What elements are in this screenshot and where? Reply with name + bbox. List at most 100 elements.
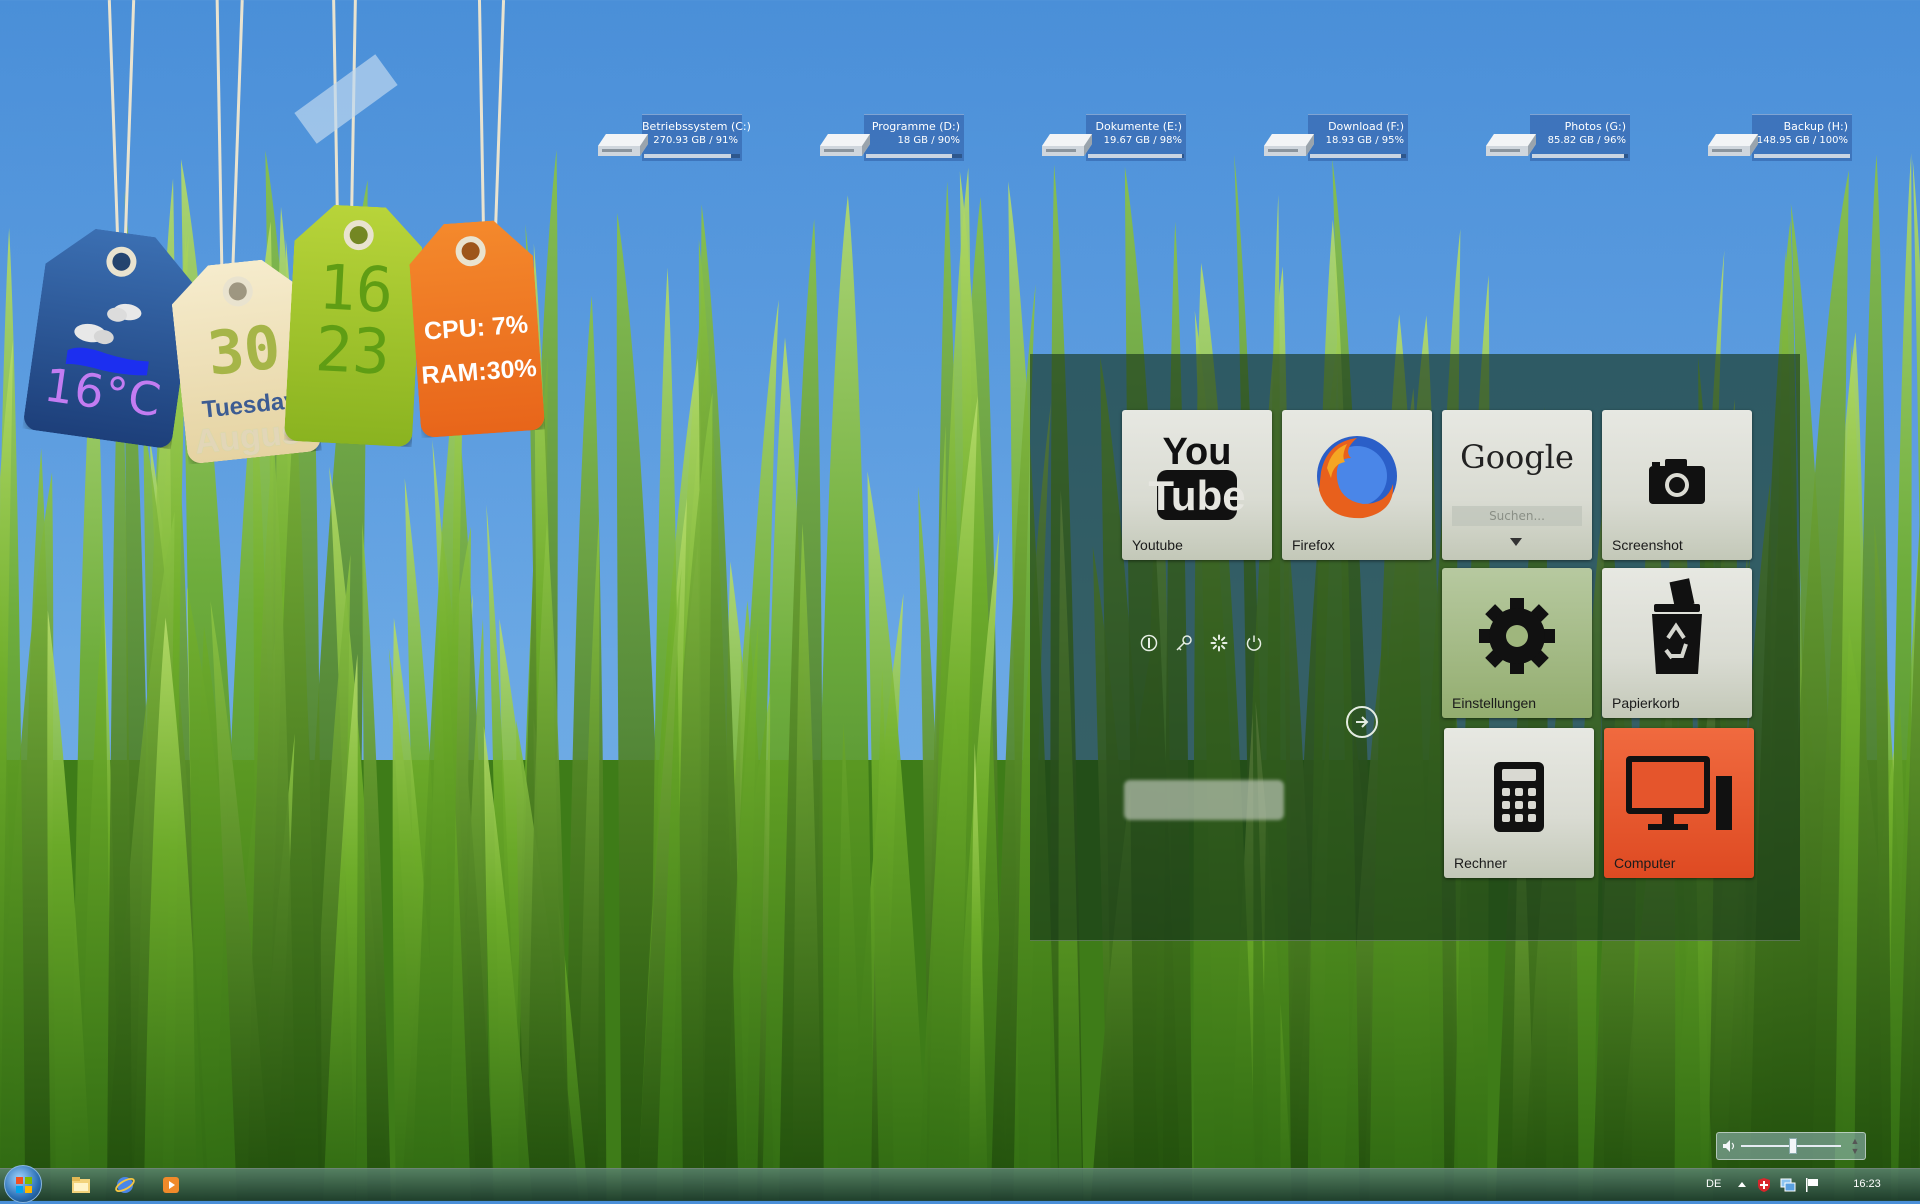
- drive-usage: 18.93 GB / 95%: [1325, 135, 1404, 146]
- firefox-icon: [1317, 436, 1397, 519]
- drive-usage-fill: [1754, 154, 1850, 158]
- computer-tile[interactable]: Computer: [1604, 728, 1754, 878]
- hard-drive-icon: [1264, 134, 1314, 156]
- volume-slider-handle[interactable]: [1788, 1138, 1797, 1154]
- volume-spinner[interactable]: ▲ ▼: [1849, 1136, 1861, 1156]
- clock-widget[interactable]: 16 23: [284, 203, 424, 447]
- drive-name: Dokumente (E:): [1095, 120, 1182, 133]
- drive-gauge[interactable]: Dokumente (E:) 19.67 GB / 98%: [1040, 114, 1188, 161]
- tile-label: Screenshot: [1612, 537, 1683, 553]
- info-icon[interactable]: [1140, 634, 1158, 652]
- hard-drive-icon: [1708, 134, 1758, 156]
- taskbar: DE 16:23: [0, 1165, 1920, 1203]
- windows-logo-icon: [16, 1177, 32, 1193]
- loading-icon[interactable]: [1210, 634, 1228, 652]
- cpu-usage-text: CPU: 7%: [423, 310, 529, 346]
- drive-usage-fill: [1310, 154, 1402, 158]
- speaker-icon[interactable]: [1721, 1138, 1737, 1154]
- drive-usage-bar: [1532, 154, 1628, 158]
- recycle-bin-tile[interactable]: Papierkorb: [1602, 568, 1752, 718]
- tag-hole: [221, 275, 254, 308]
- hard-drive-icon: [598, 134, 648, 156]
- network-icon[interactable]: [1780, 1177, 1796, 1193]
- tile-label: Computer: [1614, 855, 1676, 871]
- tile-label: Firefox: [1292, 537, 1335, 553]
- camera-icon: [1649, 459, 1705, 504]
- arrow-right-icon: [1356, 716, 1369, 728]
- drive-name: Photos (G:): [1564, 120, 1626, 133]
- drive-usage: 85.82 GB / 96%: [1547, 135, 1626, 146]
- calculator-icon: [1494, 762, 1544, 832]
- clock-minutes-text: 23: [313, 312, 392, 389]
- drive-gauge[interactable]: Programme (D:) 18 GB / 90%: [818, 114, 966, 161]
- drive-usage-bar: [644, 154, 740, 158]
- drive-plate: Betriebssystem (C:) 270.93 GB / 91%: [642, 114, 751, 161]
- drive-usage-bar: [1310, 154, 1406, 158]
- show-hidden-icons-button[interactable]: [1738, 1182, 1746, 1187]
- start-button[interactable]: [4, 1165, 42, 1203]
- youtube-tile[interactable]: You Tube Youtube: [1122, 410, 1272, 560]
- drive-usage-fill: [1088, 154, 1183, 158]
- drive-gauge[interactable]: Download (F:) 18.93 GB / 95%: [1262, 114, 1410, 161]
- ram-usage-text: RAM:30%: [420, 353, 538, 390]
- drive-name: Backup (H:): [1783, 120, 1848, 133]
- explorer-icon[interactable]: [70, 1174, 92, 1196]
- key-icon[interactable]: [1175, 634, 1193, 652]
- tile-label: Einstellungen: [1452, 695, 1537, 711]
- antivirus-shield-icon[interactable]: [1756, 1177, 1772, 1193]
- svg-text:Tube: Tube: [1148, 472, 1245, 519]
- drive-gauge[interactable]: Photos (G:) 85.82 GB / 96%: [1484, 114, 1632, 161]
- drive-gauge[interactable]: Backup (H:) 148.95 GB / 100%: [1706, 114, 1854, 161]
- drive-usage-bar: [1754, 154, 1850, 158]
- settings-tile[interactable]: Einstellungen: [1442, 568, 1592, 718]
- tag-hole: [343, 219, 375, 251]
- hard-drive-icon: [820, 134, 870, 156]
- drive-usage-fill: [866, 154, 953, 158]
- tile-label: Rechner: [1454, 855, 1507, 871]
- drive-plate: Download (F:) 18.93 GB / 95%: [1308, 114, 1408, 161]
- browser-icon[interactable]: [114, 1174, 136, 1196]
- chevron-down-icon[interactable]: [1510, 538, 1522, 546]
- drive-usage-fill: [1532, 154, 1625, 158]
- drive-plate: Backup (H:) 148.95 GB / 100%: [1752, 114, 1852, 161]
- clock-hours-text: 16: [316, 250, 396, 327]
- google-search-input[interactable]: [1452, 506, 1582, 526]
- language-indicator[interactable]: DE: [1706, 1178, 1721, 1190]
- power-icon[interactable]: [1245, 634, 1263, 652]
- tile-label: Papierkorb: [1612, 695, 1680, 711]
- volume-control[interactable]: ▲ ▼: [1716, 1132, 1866, 1160]
- drive-usage: 19.67 GB / 98%: [1103, 135, 1182, 146]
- drive-usage-bar: [1088, 154, 1184, 158]
- calculator-tile[interactable]: Rechner: [1444, 728, 1594, 878]
- recycle-bin-icon: [1652, 578, 1702, 674]
- taskbar-clock[interactable]: 16:23: [1840, 1178, 1894, 1190]
- drive-usage-bar: [866, 154, 962, 158]
- drive-usage-fill: [644, 154, 732, 158]
- action-center-flag-icon[interactable]: [1804, 1177, 1820, 1193]
- redacted-username: [1124, 780, 1284, 820]
- tag-hole: [104, 245, 138, 279]
- next-arrow-button[interactable]: [1346, 706, 1378, 738]
- computer-icon: [1626, 756, 1732, 830]
- google-logo: Google: [1460, 438, 1574, 476]
- drive-plate: Programme (D:) 18 GB / 90%: [864, 114, 964, 161]
- hard-drive-icon: [1486, 134, 1536, 156]
- drive-usage: 270.93 GB / 91%: [653, 135, 738, 146]
- google-search-tile[interactable]: Google: [1442, 410, 1592, 560]
- system-monitor-widget[interactable]: CPU: 7% RAM:30%: [407, 218, 545, 438]
- firefox-tile[interactable]: Firefox: [1282, 410, 1432, 560]
- drive-usage: 18 GB / 90%: [897, 135, 960, 146]
- media-player-icon[interactable]: [160, 1174, 182, 1196]
- gear-icon: [1479, 598, 1555, 674]
- drive-usage: 148.95 GB / 100%: [1756, 135, 1848, 146]
- youtube-icon: You Tube: [1148, 431, 1246, 520]
- hard-drive-icon: [1042, 134, 1092, 156]
- drive-gauge[interactable]: Betriebssystem (C:) 270.93 GB / 91%: [596, 114, 751, 161]
- svg-text:You: You: [1163, 431, 1232, 473]
- drive-plate: Dokumente (E:) 19.67 GB / 98%: [1086, 114, 1186, 161]
- drive-name: Betriebssystem (C:): [642, 120, 751, 133]
- temperature-text: 16°C: [41, 357, 166, 428]
- tag-hole: [455, 235, 487, 267]
- tile-label: Youtube: [1132, 537, 1183, 553]
- screenshot-tile[interactable]: Screenshot: [1602, 410, 1752, 560]
